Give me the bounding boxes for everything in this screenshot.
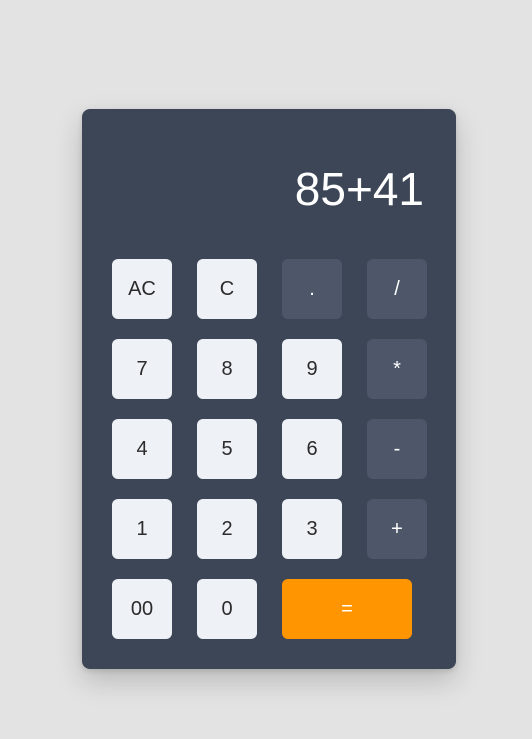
calculator: 85+41 AC C . / 7 8 9 * 4 5 6 - 1 2 3 + 0…	[82, 109, 456, 669]
digit-2-button[interactable]: 2	[197, 499, 257, 559]
digit-1-button[interactable]: 1	[112, 499, 172, 559]
equals-button[interactable]: =	[282, 579, 412, 639]
double-zero-button[interactable]: 00	[112, 579, 172, 639]
digit-9-button[interactable]: 9	[282, 339, 342, 399]
digit-0-button[interactable]: 0	[197, 579, 257, 639]
decimal-button[interactable]: .	[282, 259, 342, 319]
display-expression: 85+41	[294, 163, 424, 215]
digit-8-button[interactable]: 8	[197, 339, 257, 399]
keypad: AC C . / 7 8 9 * 4 5 6 - 1 2 3 + 00 0 =	[112, 259, 427, 639]
multiply-button[interactable]: *	[367, 339, 427, 399]
digit-3-button[interactable]: 3	[282, 499, 342, 559]
digit-5-button[interactable]: 5	[197, 419, 257, 479]
clear-button[interactable]: C	[197, 259, 257, 319]
digit-4-button[interactable]: 4	[112, 419, 172, 479]
digit-7-button[interactable]: 7	[112, 339, 172, 399]
add-button[interactable]: +	[367, 499, 427, 559]
all-clear-button[interactable]: AC	[112, 259, 172, 319]
subtract-button[interactable]: -	[367, 419, 427, 479]
divide-button[interactable]: /	[367, 259, 427, 319]
digit-6-button[interactable]: 6	[282, 419, 342, 479]
